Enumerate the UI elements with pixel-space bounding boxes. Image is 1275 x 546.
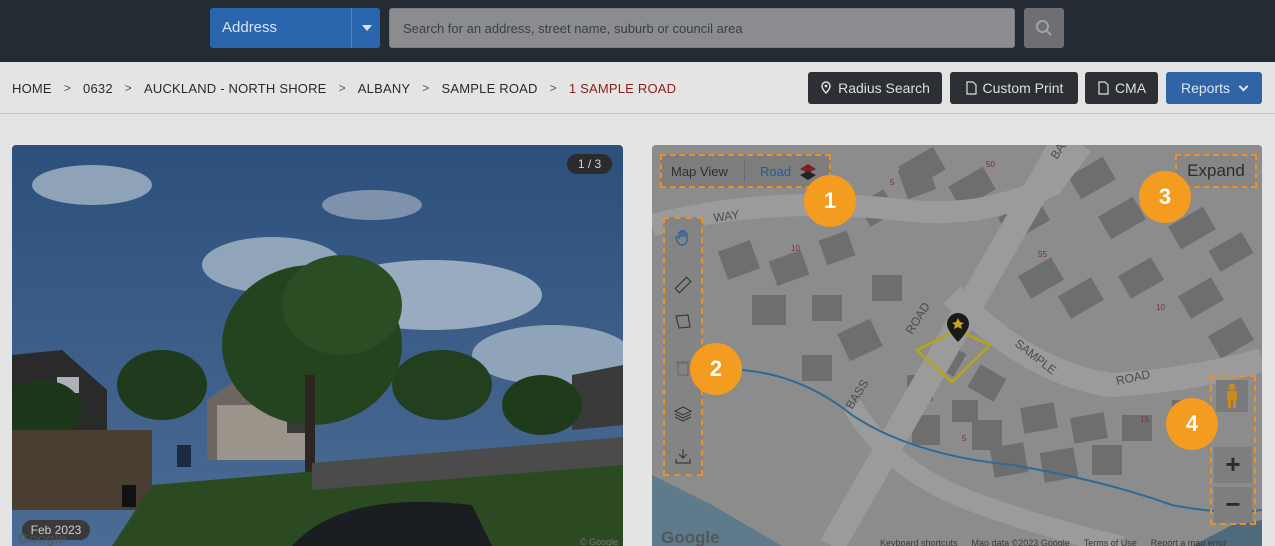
- document-icon: [965, 81, 977, 95]
- ruler-icon: [674, 276, 692, 294]
- breadcrumb: HOME > 0632 > AUCKLAND - NORTH SHORE > A…: [12, 79, 676, 97]
- search-input[interactable]: [389, 8, 1015, 48]
- zoom-out-button[interactable]: −: [1214, 487, 1252, 523]
- breadcrumb-current: 1 SAMPLE ROAD: [568, 80, 677, 96]
- cma-label: CMA: [1114, 80, 1147, 96]
- report-map-error-link[interactable]: Report a map error: [1151, 538, 1227, 546]
- map-tools-toolbar: [663, 217, 703, 476]
- callout-3: 3: [1139, 171, 1191, 223]
- photo-counter: 1 / 3: [567, 154, 612, 174]
- breadcrumb-suburb[interactable]: ALBANY: [358, 81, 411, 96]
- street-view-photo[interactable]: [12, 145, 623, 546]
- pegman-icon: [1227, 383, 1237, 408]
- search-icon: [1036, 20, 1052, 36]
- map-footer: Keyboard shortcuts Map data ©2023 Google…: [880, 538, 1227, 546]
- chevron-right-icon: >: [422, 81, 430, 95]
- map-type-divider: [744, 160, 745, 182]
- photo-copyright: © Google: [580, 537, 619, 546]
- chevron-right-icon: >: [338, 81, 346, 95]
- map-view-label: Map View: [671, 164, 728, 179]
- address-type-select[interactable]: Address: [210, 8, 380, 48]
- road-view-option[interactable]: Road: [760, 164, 791, 179]
- lot-number: 10: [791, 244, 800, 253]
- chevron-down-icon[interactable]: [351, 8, 380, 48]
- chevron-down-icon: [1238, 81, 1249, 91]
- address-select-label: Address: [222, 19, 278, 36]
- callout-4: 4: [1166, 398, 1218, 450]
- reports-label: Reports: [1180, 80, 1231, 96]
- polygon-tool-button[interactable]: [668, 307, 698, 337]
- location-pin-icon: [821, 81, 831, 95]
- custom-print-button[interactable]: Custom Print: [950, 72, 1078, 104]
- keyboard-shortcuts-link[interactable]: Keyboard shortcuts: [880, 538, 958, 546]
- layers-tool-button[interactable]: [668, 399, 698, 429]
- document-icon: [1098, 81, 1109, 95]
- reports-dropdown-button[interactable]: Reports: [1166, 72, 1262, 104]
- download-tool-button[interactable]: [668, 441, 698, 471]
- search-button[interactable]: [1024, 8, 1064, 48]
- chevron-right-icon: >: [63, 81, 72, 95]
- trash-icon: [676, 361, 690, 376]
- breadcrumb-street[interactable]: SAMPLE ROAD: [442, 81, 538, 96]
- measure-tool-button[interactable]: [668, 270, 698, 300]
- pan-tool-button[interactable]: [668, 223, 698, 253]
- header-divider: [0, 113, 1275, 114]
- street-view-pegman[interactable]: [1216, 380, 1248, 412]
- cma-button[interactable]: CMA: [1085, 72, 1158, 104]
- polygon-icon: [675, 314, 691, 329]
- callout-1: 1: [804, 175, 856, 227]
- map-data-attribution: Map data ©2023 Google: [971, 538, 1070, 546]
- lot-number: 5: [890, 178, 895, 187]
- map-layer-icon: [800, 164, 816, 180]
- breadcrumb-region[interactable]: AUCKLAND - NORTH SHORE: [144, 81, 327, 96]
- callout-2: 2: [690, 343, 742, 395]
- lot-number: 10: [1156, 303, 1165, 312]
- hand-icon: [675, 229, 688, 246]
- zoom-in-button[interactable]: +: [1214, 447, 1252, 483]
- breadcrumb-home[interactable]: HOME: [12, 81, 52, 96]
- custom-print-label: Custom Print: [982, 80, 1064, 96]
- chevron-right-icon: >: [124, 81, 132, 95]
- lot-number: 50: [986, 160, 995, 169]
- google-logo: Google: [18, 530, 67, 546]
- chevron-right-icon: >: [549, 81, 557, 95]
- top-bar: Address: [0, 0, 1275, 62]
- terms-of-use-link[interactable]: Terms of Use: [1084, 538, 1137, 546]
- layers-icon: [674, 406, 692, 422]
- google-logo: Google: [661, 528, 720, 546]
- map-type-toggle[interactable]: Map View Road: [660, 154, 831, 188]
- download-icon: [675, 449, 691, 464]
- lot-number: 55: [1038, 250, 1047, 259]
- radius-search-button[interactable]: Radius Search: [808, 72, 942, 104]
- radius-search-label: Radius Search: [838, 80, 930, 96]
- breadcrumb-postcode[interactable]: 0632: [83, 81, 113, 96]
- lot-number: 5: [962, 434, 967, 443]
- lot-number: 15: [1140, 415, 1149, 424]
